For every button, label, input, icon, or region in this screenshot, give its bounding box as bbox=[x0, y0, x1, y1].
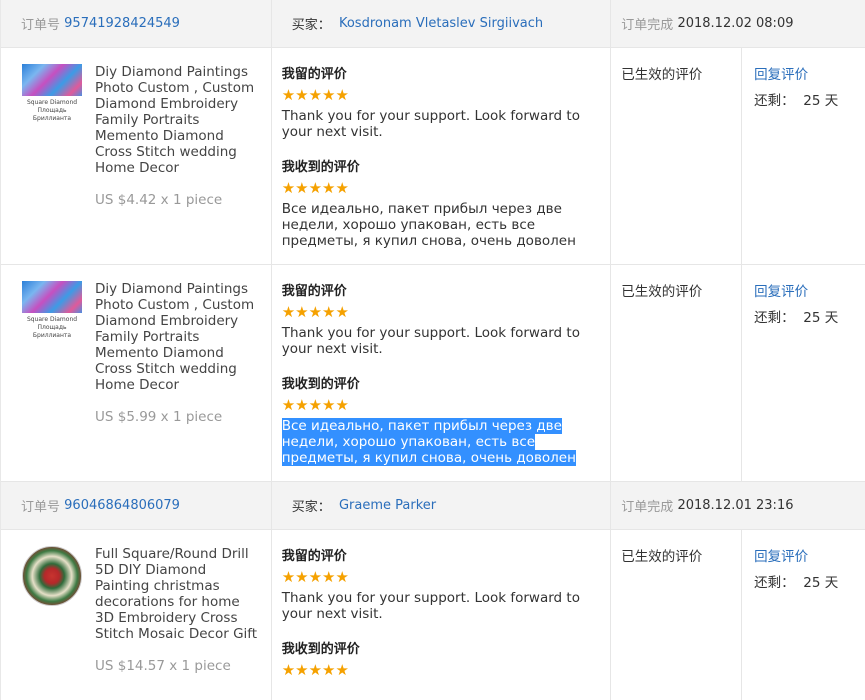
review-cell: 我留的评价 ★★★★★ Thank you for your support. … bbox=[272, 530, 612, 700]
action-cell: 回复评价 还剩： 25 天 bbox=[742, 530, 865, 700]
rating-stars: ★★★★★ bbox=[281, 303, 349, 321]
review-status: 已生效的评价 bbox=[621, 67, 703, 83]
remaining-label: 还剩： bbox=[754, 93, 795, 109]
rating-stars: ★★★★★ bbox=[281, 661, 349, 679]
order-no-label: 订单号 bbox=[21, 500, 61, 515]
action-cell: 回复评价 还剩： 25 天 bbox=[742, 265, 865, 481]
feedback-table: 订单号 95741928424549 买家： Kosdronam Vletasl… bbox=[0, 0, 865, 700]
my-review-text: Thank you for your support. Look forward… bbox=[281, 108, 580, 140]
review-cell: 我留的评价 ★★★★★ Thank you for your support. … bbox=[272, 265, 612, 481]
order-header: 订单号 96046864806079 买家： Graeme Parker 订单完… bbox=[1, 482, 865, 530]
my-review-label: 我留的评价 bbox=[281, 549, 347, 564]
rating-stars: ★★★★★ bbox=[281, 86, 349, 104]
product-cell: Square Diamond Площадь Бриллианта Diy Dia… bbox=[1, 265, 272, 481]
thumbnail-caption: Square Diamond Площадь Бриллианта bbox=[26, 316, 78, 339]
status-cell: 已生效的评价 bbox=[611, 530, 743, 700]
status-cell: 已生效的评价 bbox=[611, 265, 743, 481]
order-done-label: 订单完成 bbox=[621, 18, 674, 33]
rating-stars: ★★★★★ bbox=[281, 568, 349, 586]
buyer-name-link[interactable]: Graeme Parker bbox=[339, 498, 436, 513]
product-cell: Square Diamond Площадь Бриллианта Diy Dia… bbox=[1, 48, 272, 264]
my-review-label: 我留的评价 bbox=[281, 284, 347, 299]
thumbnail-caption: Square Diamond Площадь Бриллианта bbox=[26, 99, 78, 122]
remaining-days: 25 天 bbox=[803, 310, 839, 326]
product-title[interactable]: Diy Diamond Paintings Photo Custom , Cus… bbox=[95, 281, 263, 393]
table-row: Square Diamond Площадь Бриллианта Diy Dia… bbox=[1, 48, 865, 265]
product-thumbnail[interactable]: Square Diamond Площадь Бриллианта bbox=[22, 281, 82, 341]
rating-stars: ★★★★★ bbox=[281, 396, 349, 414]
buyer-label: 买家： bbox=[291, 18, 331, 33]
product-image bbox=[22, 546, 82, 606]
remaining-days: 25 天 bbox=[803, 575, 839, 591]
reply-review-link[interactable]: 回复评价 bbox=[754, 63, 865, 83]
my-review-text: Thank you for your support. Look forward… bbox=[281, 325, 580, 357]
remaining-days: 25 天 bbox=[803, 93, 839, 109]
buyer-name-link[interactable]: Kosdronam Vletaslev Sirgiivach bbox=[339, 16, 543, 31]
order-completed-time: 2018.12.01 23:16 bbox=[677, 498, 794, 513]
rating-stars: ★★★★★ bbox=[281, 179, 349, 197]
product-price: US $14.57 x 1 piece bbox=[95, 658, 231, 674]
product-thumbnail[interactable]: Square Diamond Площадь Бриллианта bbox=[22, 64, 82, 124]
received-review-label: 我收到的评价 bbox=[281, 160, 360, 175]
order-header: 订单号 95741928424549 买家： Kosdronam Vletasl… bbox=[1, 0, 865, 48]
table-row: Full Square/Round Drill 5D DIY Diamond P… bbox=[1, 530, 865, 700]
product-title[interactable]: Full Square/Round Drill 5D DIY Diamond P… bbox=[95, 546, 263, 642]
my-review-label: 我留的评价 bbox=[281, 67, 347, 82]
received-review-text: Все идеально, пакет прибыл через две нед… bbox=[281, 201, 576, 249]
received-review-text-selected: Все идеально, пакет прибыл через две нед… bbox=[281, 418, 576, 466]
product-cell: Full Square/Round Drill 5D DIY Diamond P… bbox=[1, 530, 272, 700]
review-status: 已生效的评价 bbox=[621, 284, 703, 300]
action-cell: 回复评价 还剩： 25 天 bbox=[742, 48, 865, 264]
order-done-label: 订单完成 bbox=[621, 500, 674, 515]
product-price: US $4.42 x 1 piece bbox=[95, 192, 223, 208]
remaining-label: 还剩： bbox=[754, 310, 795, 326]
reply-review-link[interactable]: 回复评价 bbox=[754, 280, 865, 300]
table-row: Square Diamond Площадь Бриллианта Diy Dia… bbox=[1, 265, 865, 482]
order-completed-time: 2018.12.02 08:09 bbox=[677, 16, 794, 31]
received-review-label: 我收到的评价 bbox=[281, 377, 360, 392]
status-cell: 已生效的评价 bbox=[611, 48, 743, 264]
product-price: US $5.99 x 1 piece bbox=[95, 409, 223, 425]
reply-review-link[interactable]: 回复评价 bbox=[754, 545, 865, 565]
order-number-link[interactable]: 95741928424549 bbox=[64, 16, 180, 31]
buyer-label: 买家： bbox=[291, 500, 331, 515]
product-image bbox=[22, 281, 82, 313]
order-number-link[interactable]: 96046864806079 bbox=[64, 498, 180, 513]
remaining-label: 还剩： bbox=[754, 575, 795, 591]
product-title[interactable]: Diy Diamond Paintings Photo Custom , Cus… bbox=[95, 64, 263, 176]
received-review-label: 我收到的评价 bbox=[281, 642, 360, 657]
review-status: 已生效的评价 bbox=[621, 549, 703, 565]
product-thumbnail[interactable] bbox=[22, 546, 82, 606]
order-no-label: 订单号 bbox=[21, 18, 61, 33]
my-review-text: Thank you for your support. Look forward… bbox=[281, 590, 580, 622]
review-cell: 我留的评价 ★★★★★ Thank you for your support. … bbox=[272, 48, 612, 264]
product-image bbox=[22, 64, 82, 96]
